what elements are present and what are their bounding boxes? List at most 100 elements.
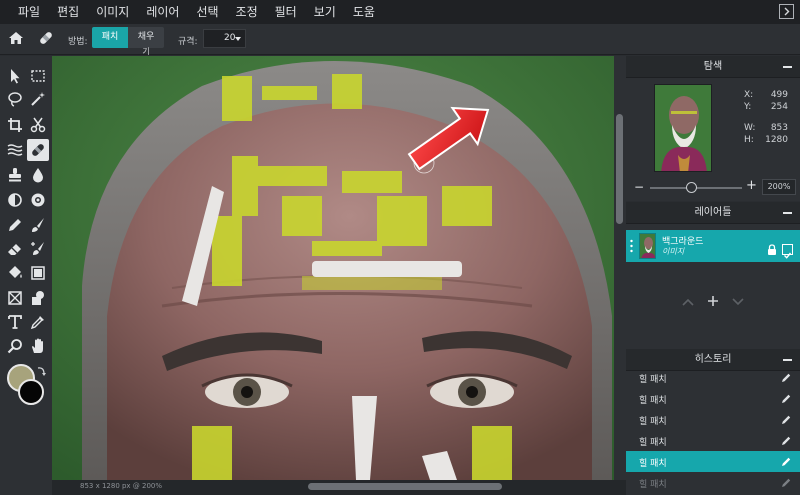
size-value: 20 [224, 33, 236, 43]
lasso-icon [8, 92, 22, 107]
photo-image [52, 56, 614, 480]
magic-wand-tool[interactable] [27, 88, 49, 110]
brush-tool[interactable] [27, 214, 49, 236]
lock-icon [768, 244, 776, 255]
navigator-thumbnail[interactable] [654, 84, 712, 172]
magnifier-icon [7, 339, 22, 354]
crop-tool[interactable] [4, 114, 26, 136]
pencil-icon [782, 436, 791, 445]
canvas-vertical-scrollbar[interactable] [614, 56, 626, 480]
move-tool[interactable] [4, 65, 26, 87]
lasso-tool[interactable] [4, 88, 26, 110]
menu-adjust[interactable]: 조정 [227, 0, 266, 24]
pencil-icon [782, 457, 791, 466]
nav-x-value: 499 [770, 90, 788, 100]
text-tool[interactable] [4, 311, 26, 333]
clone-stamp-tool[interactable] [4, 164, 26, 186]
minimize-icon[interactable] [783, 212, 792, 214]
blur-tool[interactable] [27, 164, 49, 186]
plus-icon [708, 296, 718, 306]
layers-panel: 레이어들 백그라운드 이미지 [626, 202, 800, 349]
cut-tool[interactable] [27, 114, 49, 136]
vertical-scroll-thumb[interactable] [616, 114, 623, 224]
history-item[interactable]: 힐 패치 [626, 367, 800, 388]
water-drop-icon [33, 168, 43, 183]
nav-h-value: 1280 [765, 135, 788, 145]
minimize-icon[interactable] [783, 359, 792, 361]
sponge-tool[interactable] [27, 189, 49, 211]
menu-layer[interactable]: 레이어 [137, 0, 187, 24]
visibility-checkbox[interactable] [782, 244, 793, 259]
nav-y-value: 254 [770, 102, 788, 112]
history-item[interactable]: 힐 패치 [626, 388, 800, 409]
zoom-value: 200% [767, 182, 791, 191]
method-patch-label: 패치 [101, 32, 119, 42]
hand-tool[interactable] [27, 335, 49, 357]
pencil-tool[interactable] [4, 214, 26, 236]
paint-bucket-icon [9, 266, 22, 278]
history-item-label: 힐 패치 [639, 396, 667, 406]
navigator-panel: 탐색 X: 499 Y: 254 W: 853 H: 1280 − + 200% [626, 56, 800, 201]
brush-plus-icon [31, 242, 44, 255]
method-fill-button[interactable]: 채우 기 [128, 27, 164, 56]
history-item[interactable]: 힐 패치 [626, 472, 800, 493]
drag-handle-icon [630, 239, 633, 253]
healing-tool[interactable] [27, 139, 49, 161]
bandage-icon [38, 30, 54, 46]
home-icon[interactable] [8, 30, 24, 46]
background-color-swatch[interactable] [18, 379, 44, 405]
crop-icon [8, 118, 22, 132]
replace-color-tool[interactable] [27, 238, 49, 260]
marquee-tool[interactable] [27, 65, 49, 87]
history-item-label: 힐 패치 [639, 480, 667, 490]
zoom-out-button[interactable]: − [634, 180, 644, 194]
photo-editor-app: 파일 편집 이미지 레이어 선택 조정 필터 보기 도움 방법: 패치 채우 기… [0, 0, 800, 495]
menu-edit[interactable]: 편집 [48, 0, 87, 24]
stamp-icon [9, 168, 21, 182]
gradient-tool[interactable] [27, 262, 49, 284]
layers-title: 레이어들 [694, 207, 732, 218]
minimize-icon[interactable] [783, 66, 792, 68]
pencil-icon [782, 415, 791, 424]
layer-thumbnail [639, 233, 656, 259]
history-item-active[interactable]: 힐 패치 [626, 451, 800, 472]
custom-shape-tool[interactable] [27, 287, 49, 309]
canvas-status-text: 853 x 1280 px @ 200% [80, 482, 163, 490]
magic-wand-icon [31, 92, 45, 106]
zoom-slider-knob[interactable] [685, 182, 697, 193]
layer-type: 이미지 [662, 247, 685, 256]
menu-help[interactable]: 도움 [344, 0, 383, 24]
swap-colors-icon[interactable] [36, 365, 46, 377]
horizontal-scroll-thumb[interactable] [308, 483, 502, 490]
shape-tool[interactable] [4, 287, 26, 309]
eraser-tool[interactable] [4, 238, 26, 260]
history-item[interactable]: 힐 패치 [626, 409, 800, 430]
history-item[interactable]: 힐 패치 [626, 430, 800, 451]
navigator-title: 탐색 [703, 61, 723, 72]
bandage-icon [32, 144, 44, 156]
chevron-right-box-icon[interactable] [779, 4, 794, 19]
menu-select[interactable]: 선택 [187, 0, 226, 24]
dodge-tool[interactable] [4, 189, 26, 211]
history-item-label: 힐 패치 [639, 438, 667, 448]
zoom-value-field[interactable]: 200% [762, 179, 796, 195]
size-dropdown[interactable]: 20 [203, 29, 246, 48]
eyedropper-icon [30, 316, 44, 330]
zoom-in-button[interactable]: + [746, 178, 757, 193]
liquify-tool[interactable] [4, 139, 26, 161]
zoom-tool[interactable] [4, 335, 26, 357]
eyedropper-tool[interactable] [27, 311, 49, 333]
size-label: 규격: [178, 37, 198, 47]
menu-filter[interactable]: 필터 [266, 0, 305, 24]
method-patch-button[interactable]: 패치 [92, 27, 128, 48]
layers-header: 레이어들 [626, 202, 800, 224]
fill-tool[interactable] [4, 262, 26, 284]
shapes-icon [32, 291, 44, 305]
tool-options-bar: 방법: 패치 채우 기 규격: 20 [0, 24, 800, 56]
layer-row[interactable]: 백그라운드 이미지 [626, 230, 800, 262]
image-canvas[interactable] [52, 56, 614, 480]
menu-file[interactable]: 파일 [0, 0, 48, 24]
menu-view[interactable]: 보기 [305, 0, 344, 24]
chevron-down-icon [732, 298, 744, 306]
menu-image[interactable]: 이미지 [87, 0, 137, 24]
